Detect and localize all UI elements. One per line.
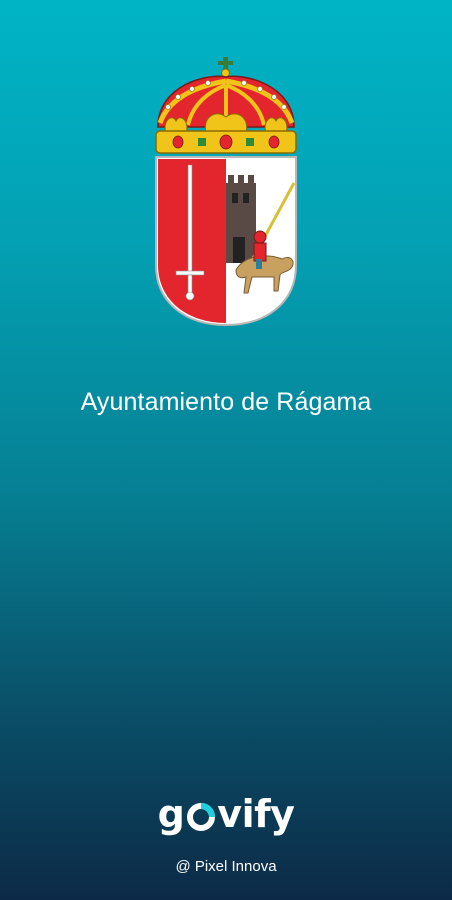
shield-icon	[155, 156, 297, 327]
brand-suffix: vify	[217, 792, 295, 836]
brand-logo: g vify	[0, 795, 452, 833]
govify-o-icon	[186, 802, 216, 832]
crown-icon	[155, 57, 297, 154]
splash-screen: Ayuntamiento de Rágama g vify @ Pixel In…	[0, 0, 452, 900]
brand-prefix: g	[157, 792, 185, 836]
copyright-text: @ Pixel Innova	[175, 858, 277, 875]
coat-of-arms-icon	[148, 55, 304, 330]
app-title: Ayuntamiento de Rágama	[80, 388, 372, 416]
